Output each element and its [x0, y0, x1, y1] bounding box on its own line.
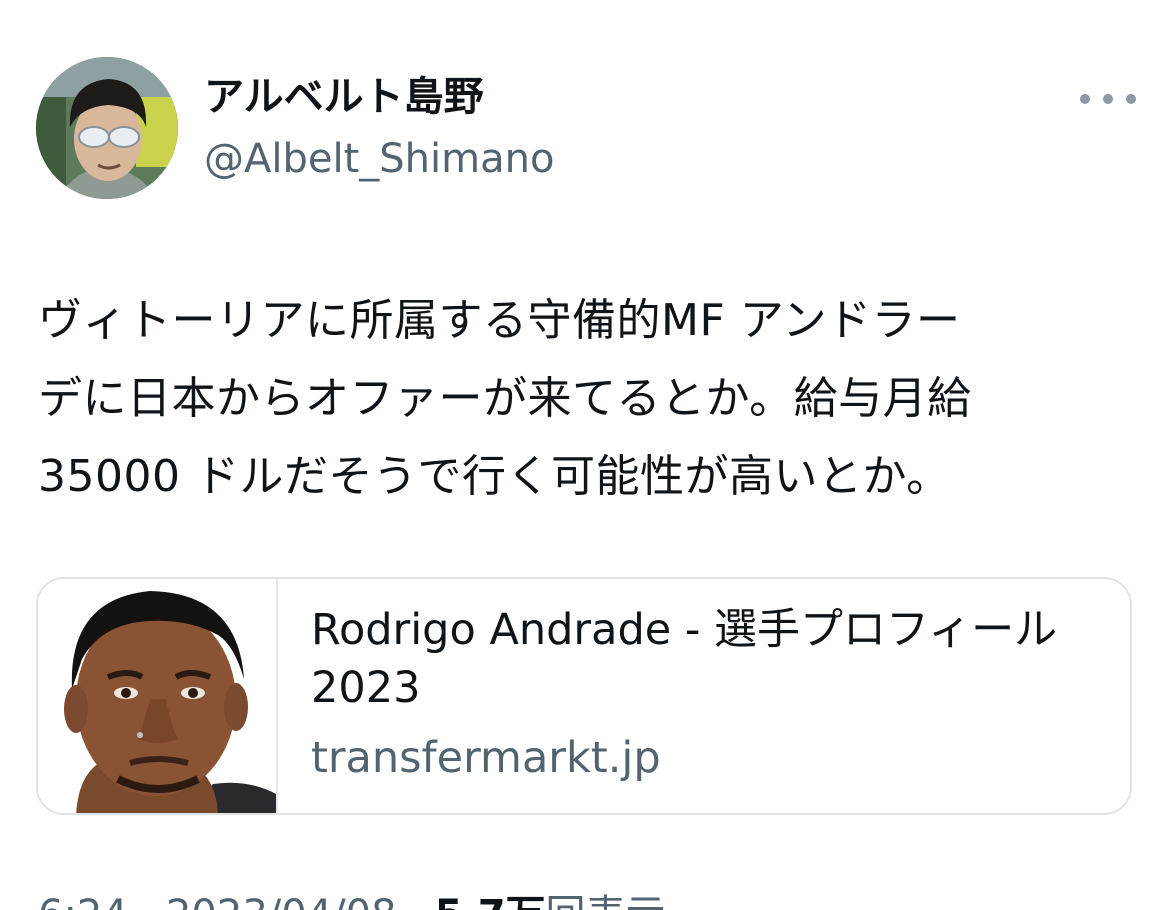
- link-card[interactable]: Rodrigo Andrade - 選手プロフィール 2023 transfer…: [36, 577, 1132, 815]
- card-domain: transfermarkt.jp: [311, 733, 661, 783]
- card-title: Rodrigo Andrade - 選手プロフィール 2023: [311, 601, 1111, 717]
- tweet-text-line: ヴィトーリアに所属する守備的MF アンドラー: [38, 295, 961, 346]
- user-handle[interactable]: @Albelt_Shimano: [204, 134, 554, 184]
- views-count[interactable]: 5.7万: [435, 892, 546, 910]
- tweet-date[interactable]: 2023/04/08: [166, 892, 397, 910]
- tweet-text-line: 35000 ドルだそうで行く可能性が高いとか。: [38, 451, 951, 502]
- more-horizontal-icon[interactable]: [1080, 84, 1136, 114]
- player-photo: [38, 579, 276, 813]
- meta-separator: ·: [409, 892, 434, 910]
- avatar-image: [36, 57, 178, 199]
- card-thumbnail: [38, 579, 278, 813]
- tweet-text: ヴィトーリアに所属する守備的MF アンドラー デに日本からオファーが来てるとか。…: [38, 282, 1118, 516]
- card-title-line: Rodrigo Andrade - 選手プロフィール: [311, 605, 1058, 655]
- tweet-meta: 6:24 · 2023/04/08 · 5.7万回表示: [38, 890, 666, 910]
- tweet: アルベルト島野 @Albelt_Shimano ヴィトーリアに所属する守備的MF…: [0, 0, 1170, 910]
- views-label: 回表示: [546, 892, 666, 910]
- display-name[interactable]: アルベルト島野: [204, 72, 484, 122]
- card-title-line: 2023: [311, 663, 421, 713]
- tweet-text-line: デに日本からオファーが来てるとか。給与月給: [38, 373, 972, 424]
- avatar[interactable]: [36, 57, 178, 199]
- tweet-time[interactable]: 6:24: [38, 892, 128, 910]
- meta-separator: ·: [141, 892, 166, 910]
